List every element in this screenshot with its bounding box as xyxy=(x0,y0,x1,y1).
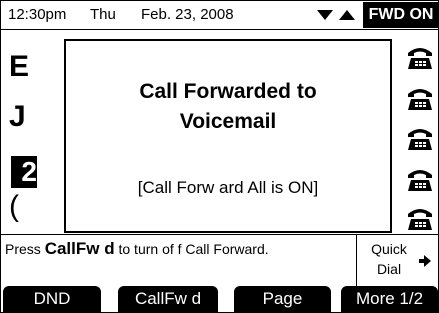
hint-area: Press CallFw d to turn of f Call Forward… xyxy=(1,234,438,287)
line-keys xyxy=(388,30,438,234)
call-list-entry-3: 2 xyxy=(11,156,37,188)
hint-prefix: Press xyxy=(5,241,45,257)
quick-dial-button[interactable]: Quick Dial xyxy=(357,235,438,287)
softkey-bar: DND CallFw d Page More 1/2 xyxy=(1,286,438,312)
call-list-entry-4: ( xyxy=(9,190,19,223)
hint-text: Press CallFw d to turn of f Call Forward… xyxy=(5,239,350,259)
hint-key: CallFw d xyxy=(44,239,115,258)
status-bar: 12:30pm Thu Feb. 23, 2008 FWD ON xyxy=(1,1,438,30)
more-softkey[interactable]: More 1/2 xyxy=(341,286,438,312)
quick-dial-label: Quick Dial xyxy=(371,241,407,277)
telephone-icon[interactable] xyxy=(406,85,434,111)
forward-status-badge: FWD ON xyxy=(363,2,438,28)
right-arrow-icon xyxy=(419,255,431,267)
call-forward-popup: Call Forwarded to Voicemail [Call Forw a… xyxy=(64,39,392,233)
call-list-entry-1: E xyxy=(9,50,30,83)
signal-strength-icon xyxy=(317,10,355,20)
status-date: Feb. 23, 2008 xyxy=(141,6,234,23)
call-list-entry-2: J xyxy=(9,100,26,133)
dnd-softkey[interactable]: DND xyxy=(3,286,101,312)
page-softkey[interactable]: Page xyxy=(234,286,331,312)
phone-screen: 12:30pm Thu Feb. 23, 2008 FWD ON E J 2 ( xyxy=(0,0,439,313)
status-time: 12:30pm xyxy=(8,6,67,23)
telephone-icon[interactable] xyxy=(406,125,434,151)
status-day: Thu xyxy=(90,6,116,23)
hint-suffix: to turn of f Call Forward. xyxy=(114,241,269,257)
popup-message: [Call Forw ard All is ON] xyxy=(137,178,319,197)
telephone-icon[interactable] xyxy=(406,166,434,192)
telephone-icon[interactable] xyxy=(406,205,434,231)
popup-title: Call Forwarded to Voicemail xyxy=(139,80,317,133)
telephone-icon[interactable] xyxy=(406,44,434,70)
callfwd-softkey[interactable]: CallFw d xyxy=(118,286,218,312)
